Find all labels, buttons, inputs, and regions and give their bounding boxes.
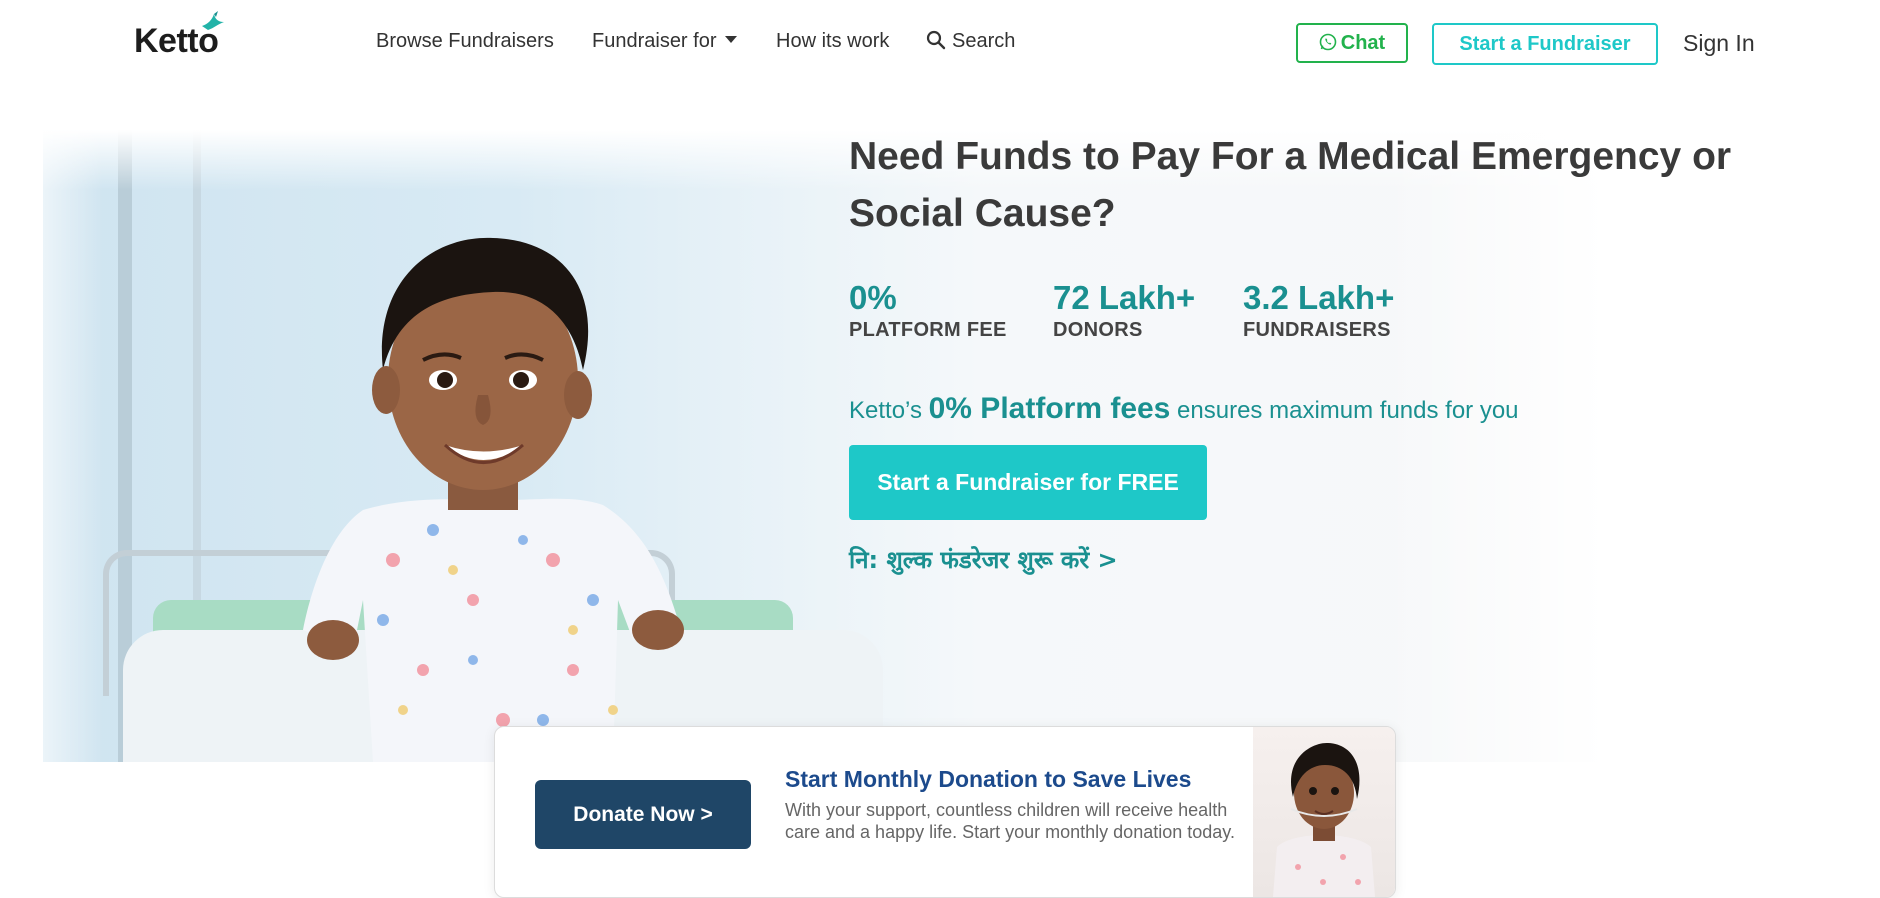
chat-label: Chat [1340,32,1386,54]
platform-fee-tagline: Ketto’s 0% Platform fees ensures maximum… [849,392,1519,426]
stat-value: 72 Lakh+ [1053,279,1196,316]
child-thumbnail-image [1273,742,1375,897]
stat-label: DONORS [1053,319,1143,341]
stat-label: PLATFORM FEE [849,319,1007,341]
search-icon [926,30,946,49]
stat-value: 3.2 Lakh+ [1243,279,1395,316]
tagline-bold: 0% Platform fees [928,392,1171,425]
nav-how-it-works[interactable]: How its work [776,30,889,53]
stat-fundraisers: 3.2 Lakh+ FUNDRAISERS [1243,278,1394,342]
donate-now-button[interactable]: Donate Now > [535,780,751,849]
bird-icon [202,11,224,30]
start-fundraiser-free-button[interactable]: Start a Fundraiser for FREE [849,445,1207,520]
nav-search-label: Search [952,30,1016,52]
child-thumbnail [1253,727,1395,897]
stat-label: FUNDRAISERS [1243,319,1391,341]
nav-search[interactable]: Search [926,30,1015,53]
sign-in-link[interactable]: Sign In [1683,30,1755,57]
stat-donors: 72 Lakh+ DONORS [1053,278,1195,342]
monthly-donation-title: Start Monthly Donation to Save Lives [785,766,1192,792]
hindi-start-fundraiser-link[interactable]: नि: शुल्क फंडरेजर शुरू करें > [849,543,1118,576]
nav-browse-fundraisers[interactable]: Browse Fundraisers [376,30,554,53]
caret-down-icon [724,36,737,44]
chat-button[interactable]: Chat [1296,23,1408,63]
monthly-donation-card: Donate Now > Start Monthly Donation to S… [494,726,1396,898]
nav-fundraiser-for-label: Fundraiser for [592,30,717,52]
start-fundraiser-header-button[interactable]: Start a Fundraiser [1432,23,1658,65]
stat-value: 0% [849,279,897,316]
whatsapp-icon [1319,33,1337,51]
hero-headline: Need Funds to Pay For a Medical Emergenc… [849,135,1732,235]
tagline-suffix: ensures maximum funds for you [1177,397,1519,424]
ketto-logo[interactable]: Ketto [134,11,224,60]
hero-fade-left [43,130,103,762]
monthly-donation-text: With your support, countless children wi… [785,800,1235,842]
child-photo [303,237,684,762]
site-header: Ketto Browse Fundraisers Fundraiser for … [0,0,1880,88]
tagline-prefix: Ketto’s [849,397,922,424]
stat-platform-fee: 0% PLATFORM FEE [849,278,1007,342]
nav-fundraiser-for[interactable]: Fundraiser for [592,30,737,53]
